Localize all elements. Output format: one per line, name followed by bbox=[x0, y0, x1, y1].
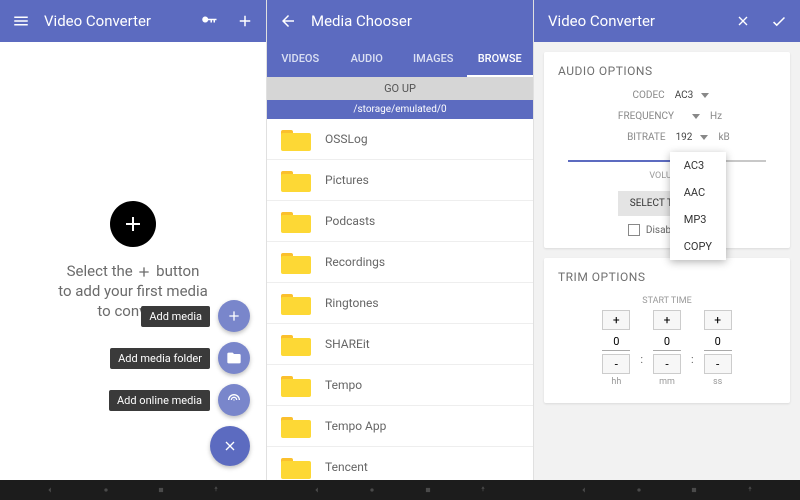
folder-icon bbox=[281, 373, 311, 397]
mm-plus-button[interactable]: + bbox=[653, 310, 681, 330]
fab-add-media[interactable] bbox=[218, 300, 250, 332]
codec-option[interactable]: COPY bbox=[670, 233, 726, 260]
volume-label: VOLUME bbox=[558, 171, 776, 181]
folder-label: Podcasts bbox=[325, 214, 375, 228]
codec-option[interactable]: MP3 bbox=[670, 206, 726, 233]
ss-plus-button[interactable]: + bbox=[704, 310, 732, 330]
bitrate-select[interactable]: 192 bbox=[676, 132, 709, 143]
folder-item[interactable]: SHAREit bbox=[267, 324, 533, 365]
folder-label: Tempo App bbox=[325, 419, 386, 433]
add-media-big-button[interactable] bbox=[110, 201, 156, 247]
audio-options-title: AUDIO OPTIONS bbox=[558, 64, 776, 78]
codec-dropdown: AC3AACMP3COPY bbox=[670, 152, 726, 260]
folder-item[interactable]: Tencent bbox=[267, 447, 533, 480]
tab-images[interactable]: IMAGES bbox=[400, 42, 467, 77]
inline-plus-icon bbox=[136, 264, 152, 280]
folder-item[interactable]: Podcasts bbox=[267, 201, 533, 242]
folder-label: OSSLog bbox=[325, 132, 368, 146]
folder-label: Tencent bbox=[325, 460, 368, 474]
fab-label-add-folder: Add media folder bbox=[110, 348, 210, 369]
frequency-label: FREQUENCY bbox=[604, 111, 674, 122]
media-tabs: VIDEOS AUDIO IMAGES BROWSE bbox=[267, 42, 533, 77]
ss-minus-button[interactable]: - bbox=[704, 354, 732, 374]
codec-label: CODEC bbox=[595, 90, 665, 101]
fab-close[interactable] bbox=[210, 426, 250, 466]
back-icon[interactable] bbox=[277, 10, 299, 32]
hh-value[interactable]: 0 bbox=[602, 333, 630, 351]
hh-minus-button[interactable]: - bbox=[602, 354, 630, 374]
folder-label: SHAREit bbox=[325, 337, 370, 351]
folder-label: Tempo bbox=[325, 378, 362, 392]
folder-icon bbox=[281, 332, 311, 356]
converter-title: Video Converter bbox=[548, 12, 732, 30]
key-icon[interactable] bbox=[198, 10, 220, 32]
tab-videos[interactable]: VIDEOS bbox=[267, 42, 334, 77]
folder-item[interactable]: Tempo App bbox=[267, 406, 533, 447]
folder-item[interactable]: OSSLog bbox=[267, 119, 533, 160]
codec-option[interactable]: AC3 bbox=[670, 152, 726, 179]
fab-add-folder[interactable] bbox=[218, 342, 250, 374]
folder-icon bbox=[281, 455, 311, 479]
android-navbar bbox=[0, 480, 800, 500]
app-title: Video Converter bbox=[44, 12, 198, 30]
folder-label: Ringtones bbox=[325, 296, 379, 310]
current-path: /storage/emulated/0 bbox=[267, 100, 533, 119]
ss-value[interactable]: 0 bbox=[704, 333, 732, 351]
folder-item[interactable]: Recordings bbox=[267, 242, 533, 283]
folder-label: Recordings bbox=[325, 255, 385, 269]
volume-slider[interactable] bbox=[568, 153, 766, 169]
start-time-label: START TIME bbox=[558, 296, 776, 306]
mm-minus-button[interactable]: - bbox=[653, 354, 681, 374]
folder-icon bbox=[281, 250, 311, 274]
folder-icon bbox=[281, 414, 311, 438]
tab-browse[interactable]: BROWSE bbox=[467, 42, 534, 77]
hh-plus-button[interactable]: + bbox=[602, 310, 630, 330]
folder-item[interactable]: Ringtones bbox=[267, 283, 533, 324]
close-icon[interactable] bbox=[732, 10, 754, 32]
chooser-title: Media Chooser bbox=[311, 12, 523, 30]
tab-audio[interactable]: AUDIO bbox=[334, 42, 401, 77]
plus-icon[interactable] bbox=[234, 10, 256, 32]
mm-value[interactable]: 0 bbox=[653, 333, 681, 351]
chevron-down-icon bbox=[700, 135, 708, 140]
folder-icon bbox=[281, 209, 311, 233]
folder-item[interactable]: Tempo bbox=[267, 365, 533, 406]
chevron-down-icon bbox=[692, 114, 700, 119]
bitrate-label: BITRATE bbox=[596, 132, 666, 143]
folder-icon bbox=[281, 291, 311, 315]
menu-icon[interactable] bbox=[10, 10, 32, 32]
codec-option[interactable]: AAC bbox=[670, 179, 726, 206]
frequency-select[interactable] bbox=[684, 114, 700, 119]
folder-item[interactable]: Pictures bbox=[267, 160, 533, 201]
go-up-button[interactable]: GO UP bbox=[267, 77, 533, 100]
check-icon[interactable] bbox=[768, 10, 790, 32]
disable-audio-checkbox[interactable] bbox=[628, 224, 640, 236]
folder-label: Pictures bbox=[325, 173, 369, 187]
fab-add-online[interactable] bbox=[218, 384, 250, 416]
folder-icon bbox=[281, 127, 311, 151]
fab-label-add-media: Add media bbox=[141, 306, 210, 327]
codec-select[interactable]: AC3 bbox=[675, 90, 710, 101]
chevron-down-icon bbox=[701, 93, 709, 98]
folder-icon bbox=[281, 168, 311, 192]
trim-options-title: TRIM OPTIONS bbox=[558, 270, 776, 284]
fab-label-add-online: Add online media bbox=[109, 390, 210, 411]
